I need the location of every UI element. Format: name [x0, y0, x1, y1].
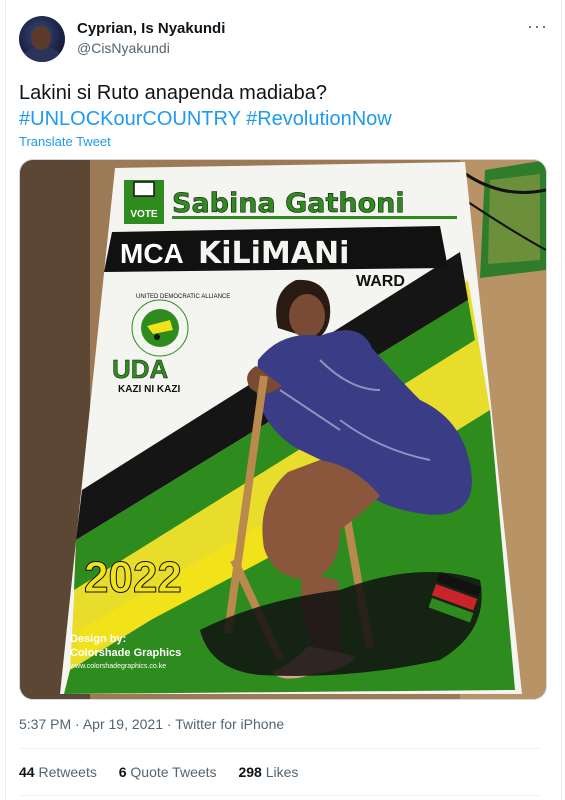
election-year: 2022	[84, 553, 182, 602]
quote-tweets-stat[interactable]: 6 Quote Tweets	[119, 764, 217, 780]
divider	[19, 795, 541, 796]
party-slogan: KAZI NI KAZI	[118, 384, 180, 395]
tweet-client[interactable]: Twitter for iPhone	[175, 716, 284, 732]
tweet-stats: 44 Retweets 6 Quote Tweets 298 Likes	[19, 764, 316, 780]
translate-tweet-link[interactable]: Translate Tweet	[19, 134, 111, 149]
avatar[interactable]	[19, 16, 65, 62]
divider	[19, 748, 541, 749]
tweet-meta: 5:37 PM · Apr 19, 2021 · Twitter for iPh…	[19, 716, 284, 732]
avatar-face	[31, 26, 51, 50]
designer-url: www.colorshadegraphics.co.ke	[69, 663, 166, 670]
quotes-label: Quote Tweets	[130, 764, 217, 780]
quotes-count: 6	[118, 764, 127, 780]
retweets-stat[interactable]: 44 Retweets	[19, 764, 97, 780]
vote-label: VOTE	[130, 209, 158, 220]
meta-separator: ·	[166, 716, 172, 732]
hashtag-link[interactable]: #UNLOCKourCOUNTRY	[19, 108, 241, 130]
tweet-media-photo[interactable]: VOTE Sabina Gathoni MCA KiLiMANi WARD UN…	[19, 159, 547, 700]
tweet-date[interactable]: Apr 19, 2021	[83, 716, 163, 732]
likes-count: 298	[238, 764, 262, 780]
likes-label: Likes	[265, 764, 299, 780]
hashtag-link[interactable]: #RevolutionNow	[246, 108, 392, 130]
design-by-label: Design by:	[70, 633, 126, 645]
ward-name: KiLiMANi	[198, 236, 349, 271]
meta-separator: ·	[75, 716, 80, 732]
ward-label: WARD	[356, 273, 405, 290]
candidate-name: Sabina Gathoni	[172, 188, 405, 219]
wheelbarrow-wheel-icon	[154, 334, 160, 340]
tweet-text-line: Lakini si Ruto anapenda madiaba?	[19, 82, 327, 104]
author-handle[interactable]: @CisNyakundi	[77, 40, 170, 56]
position-label: MCA	[120, 238, 184, 269]
designer-name: Colorshade Graphics	[70, 647, 181, 659]
retweets-label: Retweets	[38, 764, 97, 780]
campaign-poster-photo: VOTE Sabina Gathoni MCA KiLiMANi WARD UN…	[20, 160, 546, 699]
party-abbrev: UDA	[112, 354, 169, 384]
tweet-text: Lakini si Ruto anapenda madiaba? #UNLOCK…	[19, 80, 539, 132]
tweet-time[interactable]: 5:37 PM	[19, 716, 71, 732]
author-name[interactable]: Cyprian, Is Nyakundi	[77, 20, 225, 37]
likes-stat[interactable]: 298 Likes	[238, 764, 298, 780]
name-underline	[172, 216, 457, 219]
figure-face	[289, 294, 325, 338]
more-horizontal-icon[interactable]: ···	[527, 16, 548, 37]
party-ring-text: UNITED DEMOCRATIC ALLIANCE	[136, 294, 230, 300]
ballot-icon	[133, 181, 155, 197]
retweets-count: 44	[19, 764, 35, 780]
